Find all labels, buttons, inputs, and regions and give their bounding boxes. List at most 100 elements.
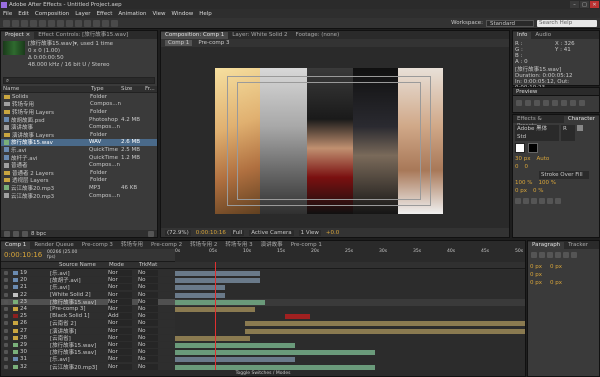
timeline-tab[interactable]: 演讲故事: [257, 242, 287, 249]
project-search-input[interactable]: ⌕: [3, 77, 155, 84]
layer-trkmat-select[interactable]: No: [138, 277, 158, 284]
layer-row[interactable]: 23 [旅行故事15.wav] Nor No: [1, 298, 175, 306]
visibility-eye-icon[interactable]: [4, 307, 8, 312]
layer-duration-bar[interactable]: [175, 364, 375, 370]
kerning-field[interactable]: 0: [515, 163, 519, 171]
horizontal-scale-field[interactable]: 100 %: [538, 179, 555, 187]
layer-bars-area[interactable]: [175, 270, 525, 371]
indent-left-field[interactable]: 0 px: [530, 263, 542, 271]
layer-label-color[interactable]: [13, 271, 18, 276]
tab-effect-controls[interactable]: Effect Controls: [旅行故事15.wav]: [34, 32, 132, 39]
visibility-eye-icon[interactable]: [4, 321, 8, 326]
toggle-switches-modes-button[interactable]: Toggle Switches / Modes: [236, 371, 291, 376]
project-item[interactable]: 转场专用 Layers Folder: [1, 108, 157, 116]
visibility-eye-icon[interactable]: [4, 342, 8, 347]
faux-bold-icon[interactable]: [515, 198, 521, 204]
layer-trkmat-select[interactable]: No: [138, 306, 158, 313]
loop-icon[interactable]: [570, 100, 576, 106]
hand-tool-icon[interactable]: [12, 19, 19, 27]
pen-tool-icon[interactable]: [66, 19, 73, 27]
font-size-field[interactable]: 30 px: [515, 155, 531, 163]
layer-label-color[interactable]: [13, 314, 18, 319]
layer-label-color[interactable]: [13, 364, 18, 369]
layer-name[interactable]: [旅行故事15.wav]: [50, 349, 108, 355]
project-item[interactable]: 乐.avi QuickTime 2.5 MB: [1, 146, 157, 154]
layer-label-color[interactable]: [13, 299, 18, 304]
layer-name[interactable]: [旅行故事15.wav]: [50, 342, 108, 348]
justify-center-icon[interactable]: [563, 252, 569, 258]
timeline-tab[interactable]: 转场专用 3: [221, 242, 256, 249]
vertical-scale-field[interactable]: 100 %: [515, 179, 532, 187]
next-frame-icon[interactable]: [543, 100, 549, 106]
layer-trkmat-select[interactable]: No: [138, 320, 158, 327]
layer-trkmat-select[interactable]: No: [138, 341, 158, 348]
indent-first-field[interactable]: 0 px: [530, 271, 597, 279]
camera-tool-icon[interactable]: [39, 19, 46, 27]
resolution-select[interactable]: Full: [230, 229, 245, 236]
timeline-tab[interactable]: Render Queue: [30, 242, 77, 249]
tab-composition[interactable]: Composition: Comp 1: [161, 32, 229, 39]
layer-name[interactable]: [乐.avi]: [50, 356, 108, 362]
layer-mode-select[interactable]: Nor: [108, 270, 132, 277]
col-trkmat[interactable]: TrkMat: [139, 262, 157, 268]
last-frame-icon[interactable]: [552, 100, 558, 106]
timeline-tab[interactable]: 转场专用 2: [186, 242, 221, 249]
baseline-shift-field[interactable]: 0 px: [515, 187, 527, 195]
preview-header[interactable]: Preview: [513, 88, 599, 96]
layer-name[interactable]: [乐.avi]: [50, 270, 108, 276]
layer-label-color[interactable]: [13, 357, 18, 362]
layer-label-color[interactable]: [13, 292, 18, 297]
help-search-input[interactable]: Search Help: [537, 19, 597, 27]
col-frame[interactable]: Fr...: [143, 86, 157, 92]
eraser-tool-icon[interactable]: [102, 19, 109, 27]
layer-name[interactable]: [故胡子.avi]: [50, 277, 108, 283]
align-center-icon[interactable]: [539, 252, 545, 258]
tab-tracker[interactable]: Tracker: [564, 242, 592, 249]
col-size[interactable]: Size: [119, 86, 143, 92]
layer-trkmat-select[interactable]: No: [138, 334, 158, 341]
timeline-tab[interactable]: Pre-comp 3: [78, 242, 117, 249]
layer-row[interactable]: 30 [旅行故事15.wav] Nor No: [1, 349, 175, 357]
view-layout-select[interactable]: 1 View: [298, 229, 321, 236]
layer-row[interactable]: 31 [乐.avi] Nor No: [1, 356, 175, 364]
visibility-eye-icon[interactable]: [4, 271, 8, 276]
subscript-icon[interactable]: [555, 198, 561, 204]
type-tool-icon[interactable]: [75, 19, 82, 27]
trash-icon[interactable]: [148, 230, 154, 237]
first-frame-icon[interactable]: [516, 100, 522, 106]
layer-mode-select[interactable]: Nor: [108, 327, 132, 334]
layer-name[interactable]: [旅行故事15.wav]: [50, 299, 108, 305]
menu-layer[interactable]: Layer: [72, 11, 93, 17]
fill-color-swatch[interactable]: [515, 143, 525, 153]
close-button[interactable]: ✕: [590, 1, 599, 8]
col-type[interactable]: Type: [89, 86, 119, 92]
tab-project[interactable]: Project ×: [1, 32, 35, 39]
layer-row[interactable]: 26 [云南省 2] Nor No: [1, 320, 175, 328]
menu-window[interactable]: Window: [169, 11, 197, 17]
timeline-tab[interactable]: 转场专用: [117, 242, 147, 249]
layer-trkmat-select[interactable]: No: [138, 298, 158, 305]
layer-mode-select[interactable]: Nor: [108, 349, 132, 356]
rotate-tool-icon[interactable]: [30, 19, 37, 27]
layer-row[interactable]: 24 [Pre-comp 3] Nor No: [1, 306, 175, 314]
layer-name[interactable]: [Black Solid 1]: [50, 313, 108, 319]
visibility-eye-icon[interactable]: [4, 364, 8, 369]
layer-mode-select[interactable]: Nor: [108, 306, 132, 313]
play-icon[interactable]: [534, 100, 540, 106]
layer-mode-select[interactable]: Nor: [108, 298, 132, 305]
justify-left-icon[interactable]: [555, 252, 561, 258]
menu-edit[interactable]: Edit: [15, 11, 32, 17]
visibility-eye-icon[interactable]: [4, 292, 8, 297]
layer-duration-bar[interactable]: [175, 278, 260, 284]
layer-trkmat-select[interactable]: No: [138, 291, 158, 298]
layer-mode-select[interactable]: Nor: [108, 277, 132, 284]
comp-canvas[interactable]: [215, 68, 443, 214]
tracking-field[interactable]: 0: [525, 163, 529, 171]
timeline-tab[interactable]: Pre-comp 1: [287, 242, 326, 249]
selection-tool-icon[interactable]: [3, 19, 10, 27]
layer-label-color[interactable]: [13, 342, 18, 347]
col-mode[interactable]: Mode: [109, 262, 139, 268]
layer-trkmat-select[interactable]: No: [138, 349, 158, 356]
prev-frame-icon[interactable]: [525, 100, 531, 106]
layer-mode-select[interactable]: Nor: [108, 341, 132, 348]
